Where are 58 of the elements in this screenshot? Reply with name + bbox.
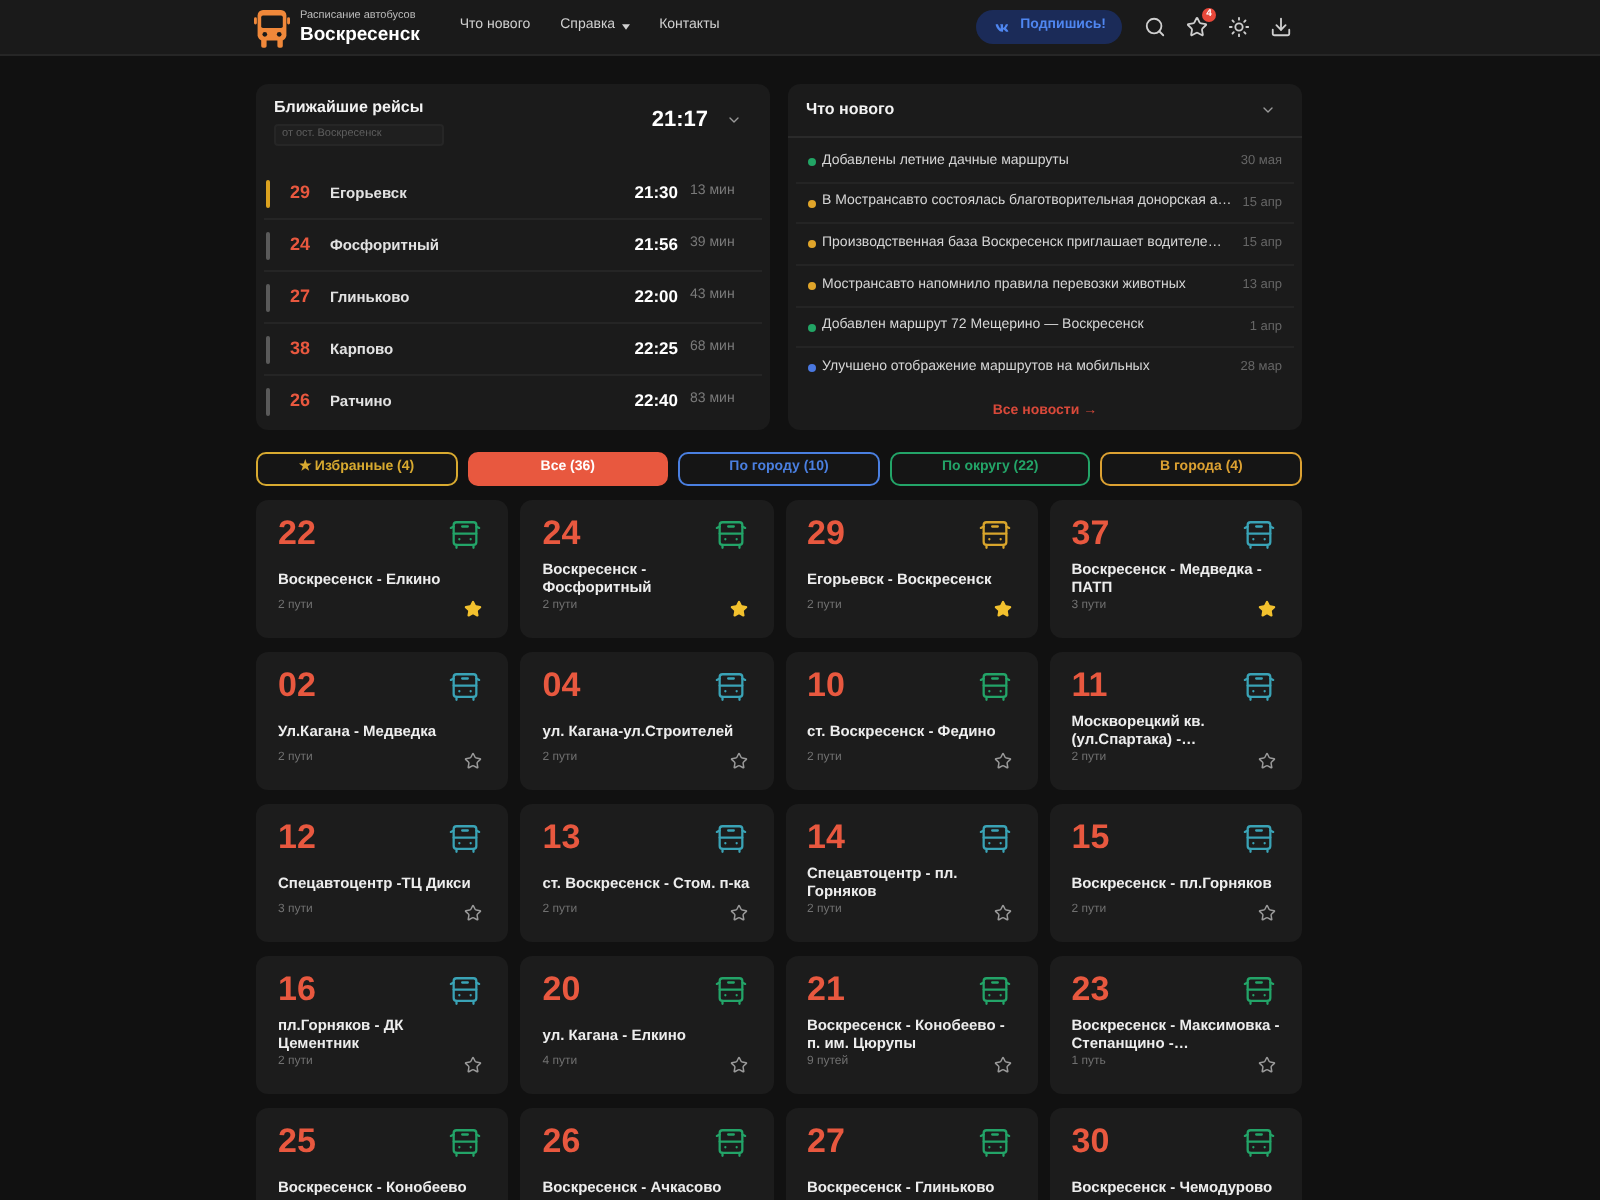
clock-time: 21:17 — [651, 105, 708, 136]
search-icon[interactable] — [1144, 16, 1166, 38]
route-number: 30 — [1071, 1124, 1110, 1160]
route-number: 25 — [278, 1124, 316, 1160]
star-icon[interactable] — [1258, 752, 1276, 770]
route-number: 27 — [290, 283, 313, 310]
sun-icon[interactable] — [1228, 16, 1250, 38]
star-icon[interactable] — [993, 600, 1012, 618]
departure-time: 22:00 — [634, 284, 678, 310]
route-number: 23 — [1071, 972, 1110, 1008]
route-number: 11 — [1071, 668, 1108, 704]
route-number: 38 — [290, 335, 313, 362]
route-number: 22 — [278, 516, 316, 552]
route-number: 16 — [278, 972, 316, 1008]
route-number: 26 — [290, 387, 313, 414]
departure-time: 22:40 — [634, 388, 678, 414]
bus-icon — [254, 7, 290, 47]
star-icon[interactable] — [1258, 600, 1276, 618]
route-number: 15 — [1071, 820, 1110, 856]
route-number: 26 — [542, 1124, 581, 1160]
site-title[interactable]: Воскресенск — [300, 23, 420, 45]
route-number: 14 — [807, 820, 845, 856]
star-icon[interactable] — [464, 600, 483, 618]
star-icon[interactable] — [729, 600, 747, 618]
star-icon[interactable] — [464, 752, 483, 770]
star-icon[interactable] — [1258, 1056, 1276, 1074]
departure-time: 21:30 — [634, 180, 678, 206]
star-icon[interactable] — [464, 904, 483, 922]
star-icon[interactable] — [993, 904, 1012, 922]
star-icon[interactable] — [729, 1056, 747, 1074]
route-number: 27 — [807, 1124, 845, 1160]
route-number: 12 — [278, 820, 316, 856]
star-icon[interactable] — [729, 752, 747, 770]
departure-time: 22:25 — [634, 336, 678, 362]
chevron-down-icon[interactable] — [726, 112, 742, 128]
route-number: 04 — [542, 668, 581, 704]
route-number: 37 — [1071, 516, 1110, 552]
route-number: 20 — [542, 972, 581, 1008]
star-icon[interactable] — [993, 1056, 1012, 1074]
panel-title: Что нового — [806, 98, 895, 122]
route-number: 02 — [278, 668, 316, 704]
star-icon[interactable] — [464, 1056, 483, 1074]
star-icon[interactable] — [1258, 904, 1276, 922]
route-number: 10 — [807, 668, 845, 704]
panel-title: Ближайшие рейсы — [274, 98, 426, 118]
route-number: 13 — [542, 820, 581, 856]
vk-logo-icon — [992, 21, 1013, 33]
star-icon[interactable] — [729, 904, 747, 922]
star-icon[interactable] — [993, 752, 1012, 770]
route-number: 24 — [290, 231, 313, 258]
star-icon[interactable] — [1186, 16, 1208, 38]
route-number: 29 — [807, 516, 845, 552]
route-number: 21 — [807, 972, 845, 1008]
download-icon[interactable] — [1270, 16, 1292, 38]
route-number: 24 — [542, 516, 581, 552]
departure-time: 21:56 — [634, 232, 678, 258]
chevron-down-icon[interactable] — [1260, 102, 1276, 118]
route-number: 29 — [290, 179, 313, 206]
